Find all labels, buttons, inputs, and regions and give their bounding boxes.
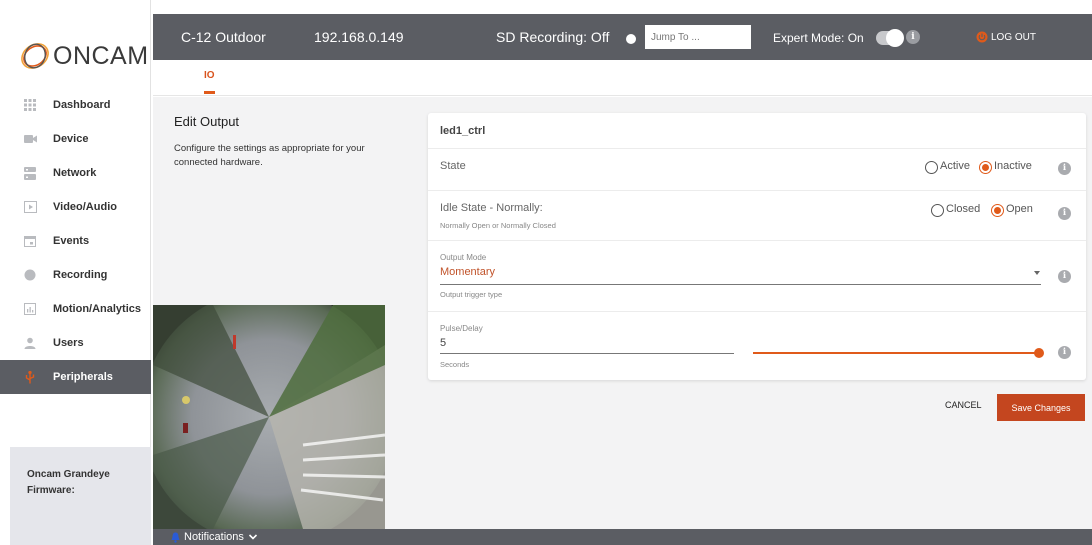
idle-state-label: Idle State - Normally: <box>440 202 543 214</box>
state-label: State <box>440 160 466 172</box>
output-mode-info-icon[interactable]: i <box>1058 270 1071 283</box>
notifications-bar: Notifications <box>153 529 1092 545</box>
idle-closed-label: Closed <box>946 203 981 215</box>
sd-status-dot-icon <box>626 34 636 44</box>
jump-to-input[interactable] <box>645 25 751 49</box>
edit-output-description: Configure the settings as appropriate fo… <box>174 143 365 168</box>
power-icon <box>976 31 988 43</box>
output-mode-hint: Output trigger type <box>440 290 503 299</box>
slider-fill <box>753 352 1039 354</box>
sidebar-item-label: Events <box>53 235 90 247</box>
state-info-icon[interactable]: i <box>1058 162 1071 175</box>
output-mode-value: Momentary <box>440 266 496 278</box>
firmware-product: Oncam Grandeye <box>27 469 110 480</box>
expert-mode-toggle[interactable] <box>876 29 904 47</box>
pulse-delay-unit: Seconds <box>440 360 470 369</box>
camera-preview-image <box>153 305 385 529</box>
sd-recording-status: SD Recording: Off <box>496 29 610 45</box>
user-icon <box>23 336 37 350</box>
usb-icon <box>23 370 37 384</box>
slider-thumb[interactable] <box>1034 348 1044 358</box>
sidebar-item-peripherals[interactable]: Peripherals <box>0 360 151 394</box>
sidebar-item-label: Recording <box>53 269 108 281</box>
sidebar-item-label: Peripherals <box>53 371 113 383</box>
play-icon <box>23 200 37 214</box>
sidebar-item-label: Device <box>53 133 89 145</box>
expert-mode-info-icon[interactable]: i <box>906 30 920 44</box>
divider <box>428 311 1086 312</box>
sidebar-item-motion-analytics[interactable]: Motion/Analytics <box>0 292 151 326</box>
output-settings-card: led1_ctrl State Active Inactive i Idle S… <box>428 113 1086 380</box>
sidebar-item-label: Network <box>53 167 97 179</box>
pulse-delay-value[interactable]: 5 <box>440 337 446 349</box>
notifications-label: Notifications <box>184 531 244 543</box>
tab-bar: IO <box>153 60 1092 96</box>
analytics-icon <box>23 302 37 316</box>
idle-state-info-icon[interactable]: i <box>1058 207 1071 220</box>
sidebar-item-video-audio[interactable]: Video/Audio <box>0 190 151 224</box>
sidebar-nav: Dashboard Device Network Video/Audio Eve… <box>0 88 151 394</box>
record-icon <box>23 268 37 282</box>
idle-closed-radio[interactable] <box>931 204 944 217</box>
top-bar: C-12 Outdoor 192.168.0.149 SD Recording:… <box>153 14 1092 60</box>
calendar-icon <box>23 234 37 248</box>
sidebar-item-network[interactable]: Network <box>0 156 151 190</box>
device-ip: 192.168.0.149 <box>314 29 404 45</box>
output-mode-underline <box>440 284 1041 285</box>
pulse-delay-slider[interactable] <box>753 345 1044 361</box>
tab-active-indicator <box>204 91 215 94</box>
idle-state-hint: Normally Open or Normally Closed <box>440 221 556 230</box>
state-inactive-radio[interactable] <box>979 161 992 174</box>
chevron-down-icon <box>1034 271 1040 275</box>
divider <box>428 240 1086 241</box>
firmware-label: Firmware: <box>27 485 75 496</box>
sidebar-item-label: Motion/Analytics <box>53 303 142 315</box>
output-mode-label: Output Mode <box>440 253 487 262</box>
sidebar-item-device[interactable]: Device <box>0 122 151 156</box>
bell-icon <box>171 532 180 543</box>
main-content: Edit Output Configure the settings as ap… <box>153 97 1092 529</box>
device-name: C-12 Outdoor <box>181 29 266 45</box>
logout-label: LOG OUT <box>991 31 1037 43</box>
sidebar-item-label: Dashboard <box>53 99 111 111</box>
idle-open-label: Open <box>1006 203 1033 215</box>
sidebar-item-label: Users <box>53 337 84 349</box>
app-root: ONCAM Dashboard Device Network Video/Aud… <box>0 0 1092 545</box>
logout-button[interactable]: LOG OUT <box>976 31 1036 43</box>
sidebar-item-users[interactable]: Users <box>0 326 151 360</box>
tab-io[interactable]: IO <box>204 70 215 81</box>
chevron-down-icon <box>248 534 257 540</box>
state-inactive-label: Inactive <box>994 160 1032 172</box>
firmware-info: Oncam Grandeye Firmware: <box>10 447 151 545</box>
state-active-label: Active <box>940 160 970 172</box>
camera-icon <box>23 132 37 146</box>
grid-icon <box>23 98 37 112</box>
save-changes-button[interactable]: Save Changes <box>997 394 1085 421</box>
server-icon <box>23 166 37 180</box>
sidebar-item-events[interactable]: Events <box>0 224 151 258</box>
output-name: led1_ctrl <box>440 125 486 137</box>
output-mode-select[interactable]: Momentary <box>440 263 1041 285</box>
divider <box>428 190 1086 191</box>
expert-mode-label: Expert Mode: On <box>773 31 864 45</box>
logo-text: ONCAM <box>53 41 149 70</box>
oncam-logo-icon <box>21 43 49 69</box>
pulse-delay-underline <box>440 353 734 354</box>
divider <box>428 148 1086 149</box>
state-active-radio[interactable] <box>925 161 938 174</box>
cancel-button[interactable]: CANCEL <box>945 400 982 410</box>
edit-output-title: Edit Output <box>174 114 240 129</box>
idle-open-radio[interactable] <box>991 204 1004 217</box>
sidebar: ONCAM Dashboard Device Network Video/Aud… <box>0 0 151 545</box>
oncam-logo: ONCAM <box>18 36 149 76</box>
sidebar-item-dashboard[interactable]: Dashboard <box>0 88 151 122</box>
sidebar-item-recording[interactable]: Recording <box>0 258 151 292</box>
pulse-delay-label: Pulse/Delay <box>440 324 483 333</box>
sidebar-item-label: Video/Audio <box>53 201 117 213</box>
notifications-toggle[interactable]: Notifications <box>171 531 258 543</box>
pulse-delay-info-icon[interactable]: i <box>1058 346 1071 359</box>
